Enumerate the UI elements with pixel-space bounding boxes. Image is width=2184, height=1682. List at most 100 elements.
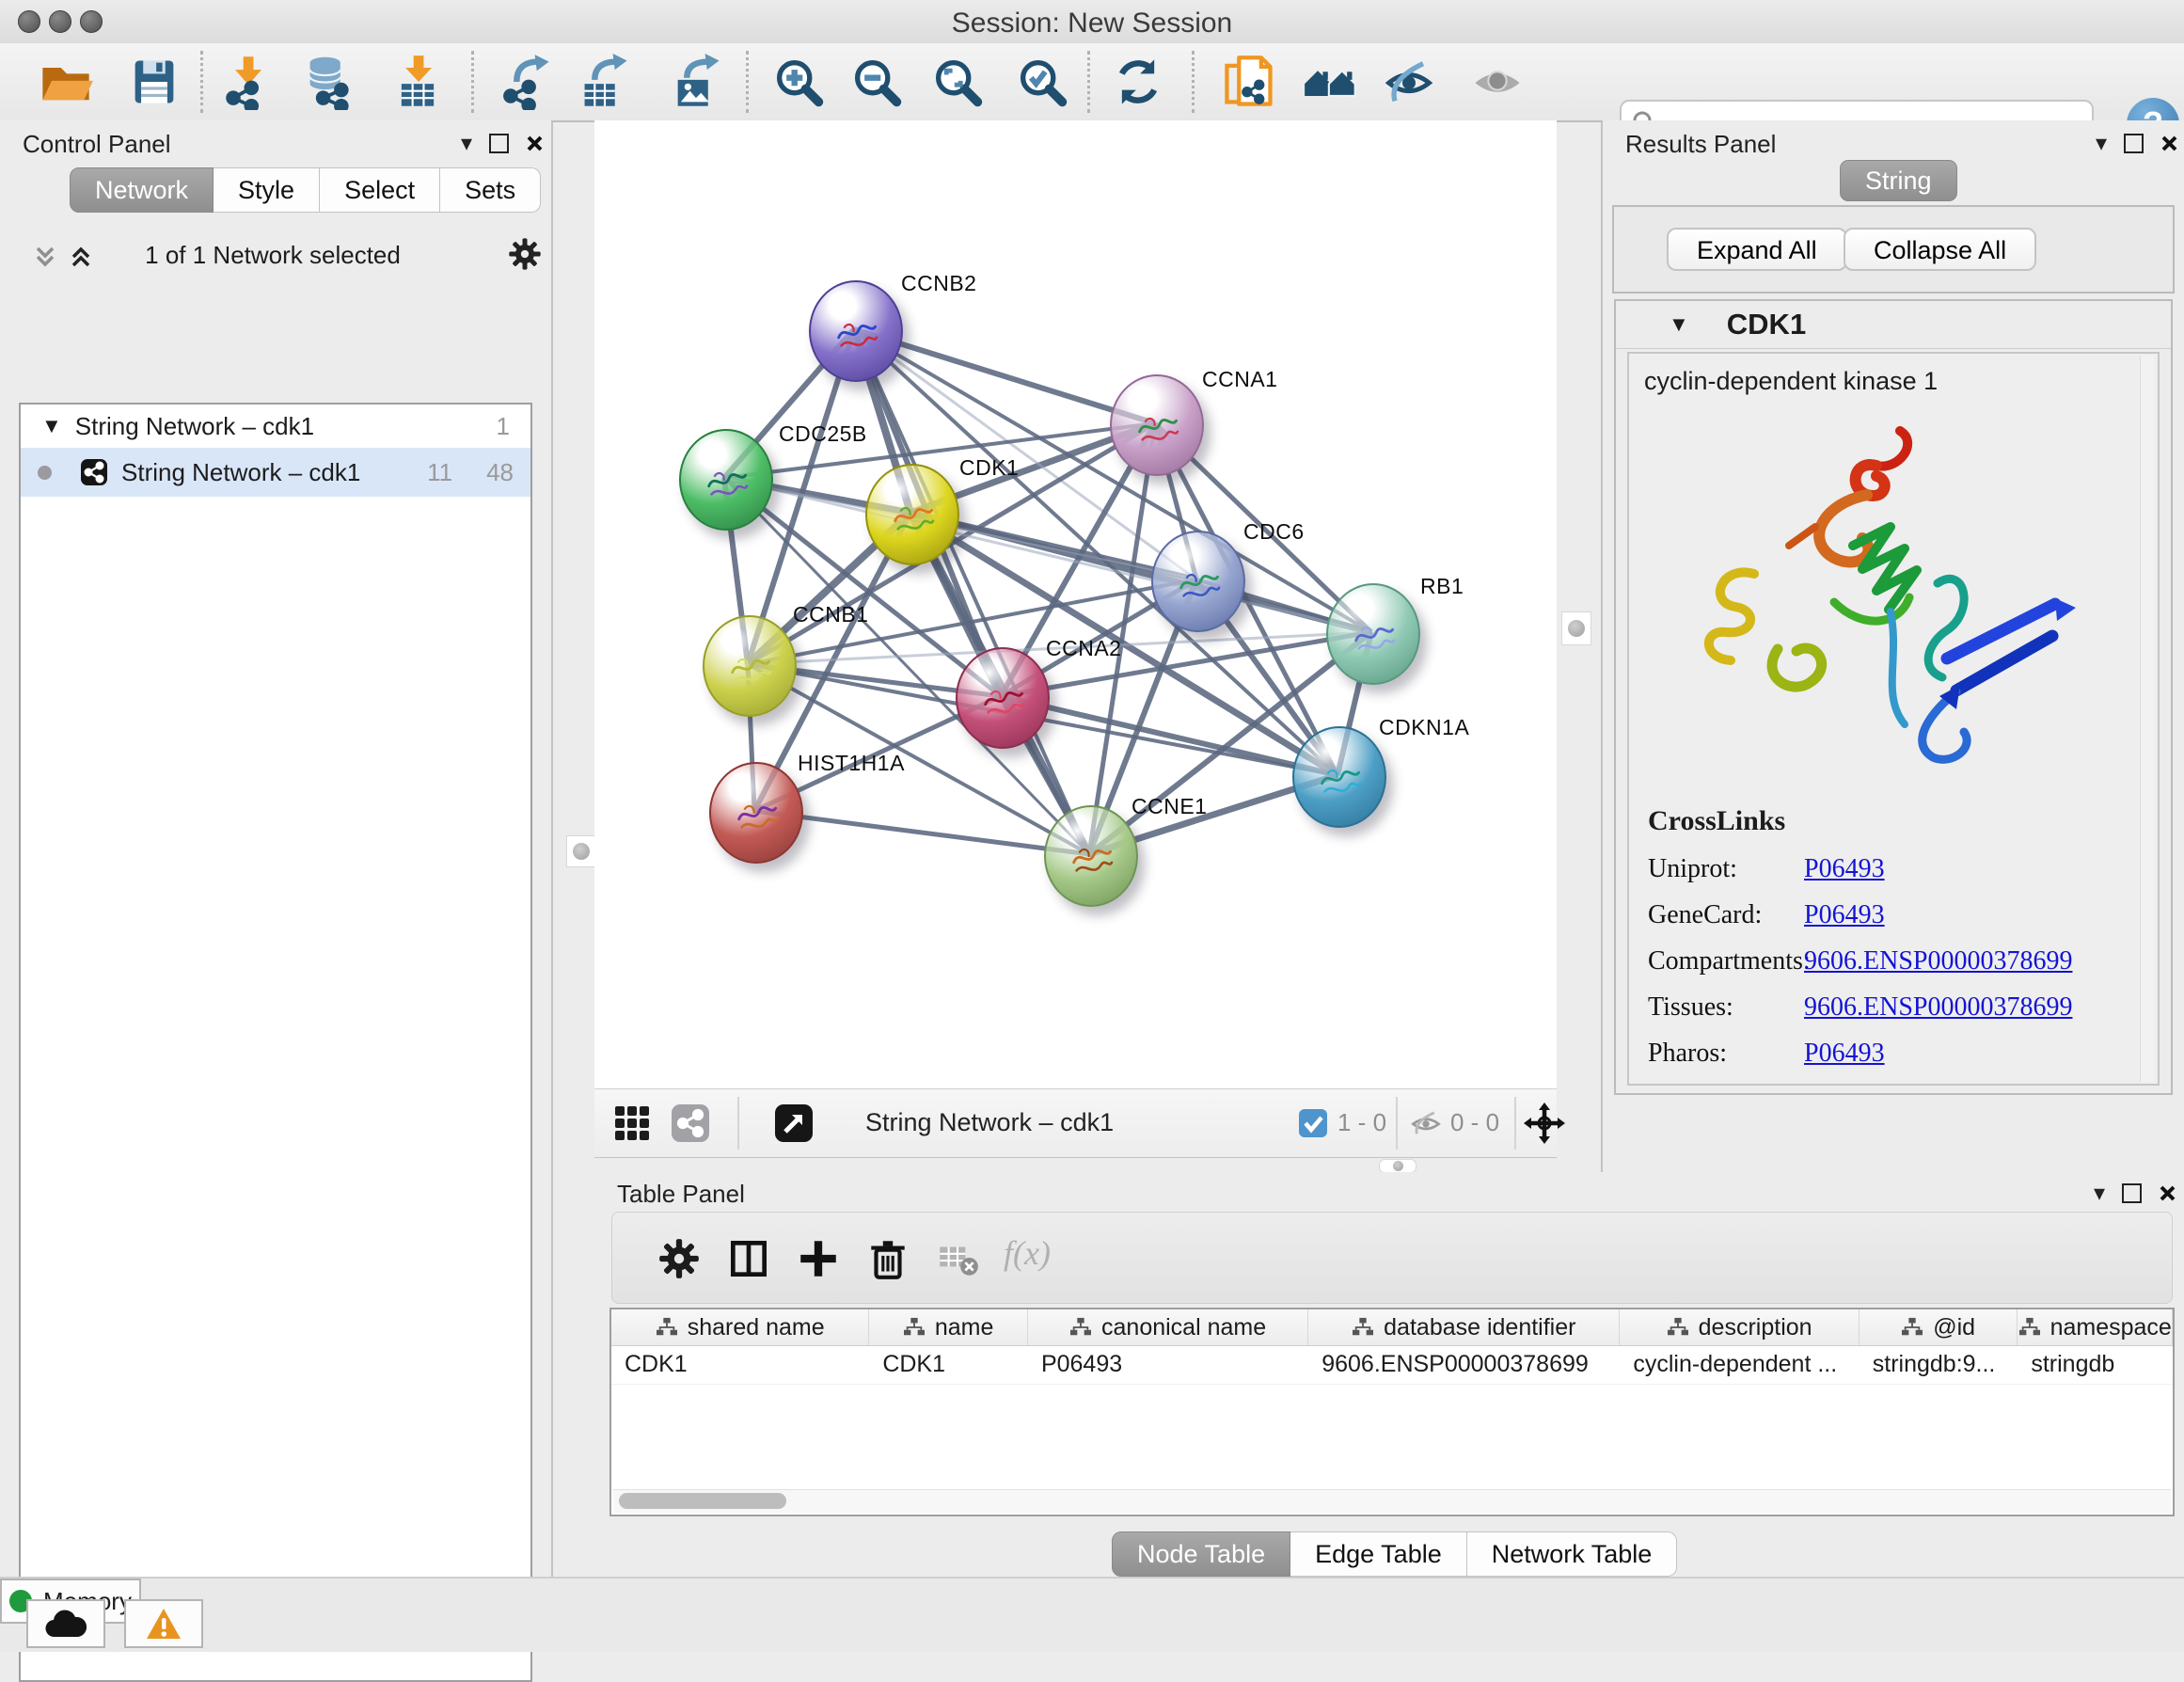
tab-network[interactable]: Network bbox=[70, 167, 214, 213]
protein-thumbnail bbox=[1304, 744, 1376, 815]
cloud-button[interactable] bbox=[26, 1599, 105, 1648]
toolbar-separator bbox=[1087, 51, 1090, 113]
results-scrollbar[interactable] bbox=[2140, 356, 2154, 1082]
open-in-window-icon[interactable] bbox=[773, 1103, 815, 1144]
entry-expander-icon[interactable]: ▼ bbox=[1669, 312, 1689, 337]
crosslinks-list: Uniprot:P06493GeneCard:P06493Compartment… bbox=[1648, 854, 2137, 1069]
network-node-hist1h1a[interactable] bbox=[709, 762, 803, 864]
column-header-databaseidentifier[interactable]: database identifier bbox=[1308, 1309, 1620, 1345]
export-image-icon[interactable] bbox=[669, 54, 725, 110]
crosslink-link[interactable]: P06493 bbox=[1804, 1039, 1885, 1069]
column-header-canonicalname[interactable]: canonical name bbox=[1028, 1309, 1308, 1345]
column-label: @id bbox=[1933, 1314, 1975, 1341]
import-network-database-icon[interactable] bbox=[301, 54, 357, 110]
network-node-ccne1[interactable] bbox=[1044, 805, 1138, 907]
network-options-gear-icon[interactable] bbox=[506, 235, 544, 273]
network-view-icon[interactable] bbox=[670, 1103, 711, 1144]
table-options-gear-icon[interactable] bbox=[656, 1235, 703, 1282]
close-panel-icon[interactable] bbox=[2159, 1184, 2176, 1202]
hidden-eye-icon[interactable] bbox=[1409, 1108, 1443, 1138]
close-panel-icon[interactable] bbox=[526, 135, 544, 152]
crosslink-label: Compartments: bbox=[1648, 946, 1804, 976]
expand-all-button[interactable]: Expand All bbox=[1667, 228, 1847, 271]
export-table-icon[interactable] bbox=[577, 54, 633, 110]
network-tree: ▼ String Network – cdk1 1 String Network… bbox=[19, 403, 532, 1682]
tab-network-table[interactable]: Network Table bbox=[1467, 1531, 1678, 1577]
close-panel-icon[interactable] bbox=[2160, 135, 2178, 152]
tab-string[interactable]: String bbox=[1840, 160, 1957, 201]
string-home-icon[interactable] bbox=[1303, 54, 1359, 110]
crosslink-link[interactable]: P06493 bbox=[1804, 854, 1885, 884]
toolbar-separator bbox=[471, 51, 474, 113]
column-header-namespace[interactable]: namespace bbox=[2018, 1309, 2173, 1345]
delete-column-icon[interactable] bbox=[864, 1235, 911, 1282]
network-node-ccna1[interactable] bbox=[1110, 374, 1204, 476]
float-panel-icon[interactable] bbox=[489, 134, 509, 153]
preview-eye-icon[interactable] bbox=[1469, 54, 1526, 110]
apply-layout-icon[interactable] bbox=[1110, 54, 1166, 110]
crosslink-link[interactable]: 9606.ENSP00000378699 bbox=[1804, 946, 2072, 976]
right-splitter-handle[interactable] bbox=[1561, 611, 1591, 645]
network-row[interactable]: String Network – cdk1 11 48 bbox=[21, 448, 530, 497]
network-node-ccnb2[interactable] bbox=[809, 280, 903, 382]
show-hide-eye-icon[interactable] bbox=[1381, 54, 1437, 110]
tab-sets[interactable]: Sets bbox=[440, 167, 541, 213]
zoom-out-icon[interactable] bbox=[848, 54, 905, 110]
float-panel-icon[interactable] bbox=[2122, 1183, 2142, 1203]
cloud-icon bbox=[45, 1609, 87, 1639]
network-node-cdkn1a[interactable] bbox=[1292, 726, 1386, 828]
show-columns-icon[interactable] bbox=[725, 1235, 772, 1282]
table-row[interactable]: CDK1CDK1P064939606.ENSP00000378699cyclin… bbox=[611, 1346, 2173, 1385]
column-header-sharedname[interactable]: shared name bbox=[611, 1309, 869, 1345]
column-header-description[interactable]: description bbox=[1620, 1309, 1859, 1345]
entry-header[interactable]: ▼ CDK1 bbox=[1616, 301, 2171, 349]
zoom-selected-icon[interactable] bbox=[1014, 54, 1070, 110]
open-file-icon[interactable] bbox=[38, 54, 94, 110]
panel-menu-icon[interactable]: ▾ bbox=[461, 130, 472, 157]
table-horizontal-scrollbar bbox=[613, 1489, 2171, 1513]
import-table-icon[interactable] bbox=[389, 54, 446, 110]
network-node-cdk1[interactable] bbox=[865, 464, 959, 565]
float-panel-icon[interactable] bbox=[2124, 134, 2144, 153]
function-builder-icon[interactable]: f(x) bbox=[1004, 1233, 1051, 1273]
network-node-cdc25b[interactable] bbox=[679, 429, 773, 531]
column-label: database identifier bbox=[1384, 1314, 1575, 1341]
protein-thumbnail bbox=[1121, 392, 1194, 463]
tab-node-table[interactable]: Node Table bbox=[1112, 1531, 1290, 1577]
network-collection-row[interactable]: ▼ String Network – cdk1 1 bbox=[21, 405, 530, 448]
zoom-in-icon[interactable] bbox=[770, 54, 827, 110]
network-node-ccna2[interactable] bbox=[956, 647, 1050, 749]
warnings-button[interactable] bbox=[124, 1599, 203, 1648]
selected-checkbox-icon[interactable] bbox=[1298, 1108, 1328, 1138]
scrollbar-thumb[interactable] bbox=[619, 1493, 786, 1509]
tab-style[interactable]: Style bbox=[214, 167, 320, 213]
control-panel-title: Control Panel bbox=[23, 130, 171, 158]
delete-table-icon[interactable] bbox=[934, 1235, 981, 1282]
expand-all-tree-icon[interactable] bbox=[68, 243, 94, 276]
copy-network-icon[interactable] bbox=[1221, 54, 1277, 110]
import-network-file-icon[interactable] bbox=[219, 54, 276, 110]
export-network-icon[interactable] bbox=[499, 54, 555, 110]
network-node-rb1[interactable] bbox=[1326, 583, 1420, 685]
network-node-cdc6[interactable] bbox=[1151, 531, 1245, 632]
add-column-icon[interactable] bbox=[795, 1235, 842, 1282]
left-splitter-handle[interactable] bbox=[566, 835, 596, 867]
tree-expander-icon[interactable]: ▼ bbox=[41, 414, 62, 438]
network-node-ccnb1[interactable] bbox=[703, 615, 797, 717]
save-session-icon[interactable] bbox=[126, 54, 182, 110]
crosslink-link[interactable]: P06493 bbox=[1804, 900, 1885, 930]
grid-view-icon[interactable] bbox=[611, 1103, 653, 1144]
collapse-all-tree-icon[interactable] bbox=[32, 243, 58, 276]
panel-menu-icon[interactable]: ▾ bbox=[2096, 130, 2107, 157]
column-header-id[interactable]: @id bbox=[1860, 1309, 2018, 1345]
zoom-fit-icon[interactable] bbox=[929, 54, 986, 110]
network-canvas[interactable]: CCNB2 CCNA1 CDC25B CDK1 CDC6 RB1 CCNB1 C… bbox=[594, 120, 1557, 1088]
column-header-name[interactable]: name bbox=[869, 1309, 1028, 1345]
tab-edge-table[interactable]: Edge Table bbox=[1290, 1531, 1467, 1577]
crosslink-link[interactable]: 9606.ENSP00000378699 bbox=[1804, 992, 2072, 1023]
bottom-splitter-handle[interactable] bbox=[1379, 1159, 1416, 1173]
pan-crosshair-icon[interactable] bbox=[1524, 1103, 1565, 1144]
collapse-all-button[interactable]: Collapse All bbox=[1844, 228, 2036, 271]
panel-menu-icon[interactable]: ▾ bbox=[2094, 1180, 2105, 1207]
tab-select[interactable]: Select bbox=[320, 167, 440, 213]
